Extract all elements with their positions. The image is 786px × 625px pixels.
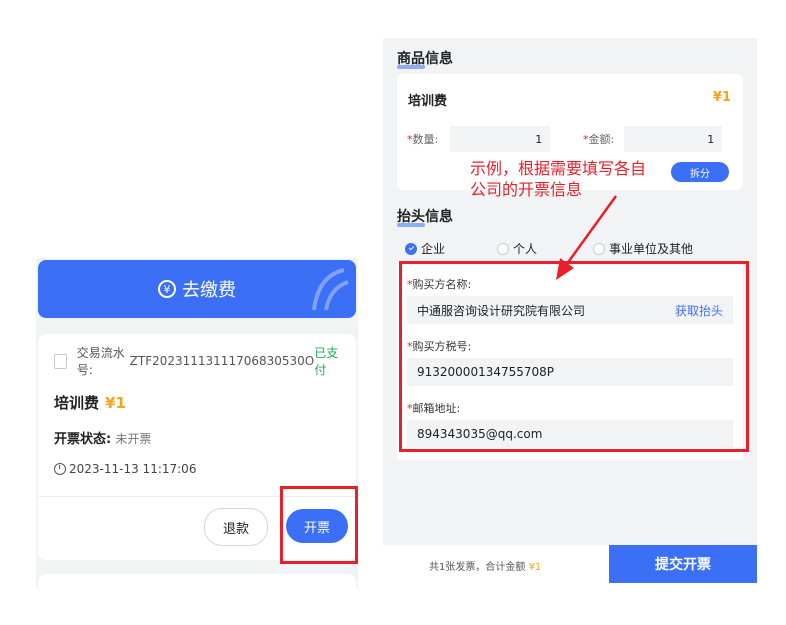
txn-id: ZTF20231113111706830530O	[129, 354, 315, 368]
invoice-status-row: 开票状态: 未开票	[54, 428, 151, 447]
annotation-line-1: 示例，根据需要填写各自	[470, 159, 647, 178]
summary-amount: ¥1	[528, 562, 542, 573]
amount-label: 金额:	[588, 133, 615, 146]
invoice-summary: 共1张发票，合计金额 ¥1	[429, 562, 542, 573]
item-row: 培训费 ¥1	[54, 392, 126, 413]
clock-icon	[54, 463, 66, 475]
pay-fee-label: 去缴费	[182, 280, 236, 301]
pay-fee-button[interactable]: ¥ 去缴费	[38, 260, 356, 318]
refund-button[interactable]: 退款	[204, 508, 268, 546]
order-time: 2023-11-13 11:17:06	[69, 462, 197, 476]
goods-section-title: 商品信息	[397, 48, 453, 69]
order-checkbox[interactable]	[54, 353, 67, 369]
radio-unchecked-icon	[497, 242, 509, 255]
goods-price: ¥1	[712, 90, 731, 105]
paid-status-badge: 已支付	[314, 346, 339, 377]
header-section-title: 抬头信息	[397, 206, 453, 227]
form-highlight-box	[399, 261, 749, 452]
invoice-status-value: 未开票	[115, 432, 152, 446]
txn-label: 交易流水号:	[76, 346, 125, 377]
quantity-input[interactable]: 1	[450, 126, 551, 152]
decorative-logo-icon	[312, 268, 349, 311]
buyer-type-label: 个人	[513, 242, 538, 256]
submit-invoice-button[interactable]: 提交开票	[609, 545, 757, 583]
invoice-button-highlight	[280, 486, 358, 564]
transaction-row: 交易流水号: ZTF20231113111706830530O 已支付	[54, 346, 344, 377]
amount-input[interactable]: 1	[624, 126, 723, 152]
bottom-bar: 共1张发票，合计金额 ¥1 提交开票	[383, 545, 757, 583]
amount-field: * 金额: 1	[583, 126, 723, 152]
item-price: ¥1	[105, 394, 126, 412]
radio-checked-icon	[405, 242, 417, 255]
item-name: 培训费	[54, 394, 100, 412]
split-button[interactable]: 拆分	[671, 162, 729, 182]
annotation-arrow-icon	[556, 195, 618, 280]
quantity-field: * 数量: 1	[407, 126, 551, 152]
next-order-card	[38, 574, 356, 588]
invoice-status-label: 开票状态:	[54, 432, 112, 447]
goods-name: 培训费	[408, 94, 448, 109]
time-row: 2023-11-13 11:17:06	[54, 462, 196, 476]
yen-circle-icon: ¥	[158, 280, 176, 298]
buyer-type-label: 企业	[421, 242, 446, 256]
buyer-type-enterprise[interactable]: 企业	[405, 240, 445, 257]
quantity-label: 数量:	[412, 133, 439, 146]
buyer-type-individual[interactable]: 个人	[497, 240, 537, 257]
